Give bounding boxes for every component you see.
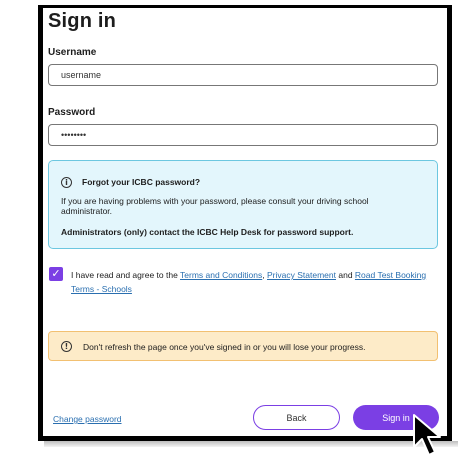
- warning-circle-icon: !: [61, 341, 72, 352]
- info-body: If you are having problems with your pas…: [61, 196, 369, 216]
- change-password-link[interactable]: Change password: [53, 414, 122, 424]
- agreement-text: I have read and agree to the Terms and C…: [71, 268, 436, 296]
- info-heading: Forgot your ICBC password?: [82, 177, 201, 187]
- username-label: Username: [48, 47, 97, 58]
- back-button[interactable]: Back: [253, 405, 340, 430]
- page-title: Sign in: [48, 10, 117, 32]
- checkmark-icon: ✓: [51, 267, 61, 280]
- agreement-separator: ,: [262, 270, 265, 280]
- sign-in-panel: Sign in Username Password i Forgot your …: [38, 5, 452, 441]
- agree-checkbox[interactable]: ✓: [49, 267, 63, 281]
- agreement-and: and: [338, 270, 353, 280]
- password-label: Password: [48, 107, 96, 118]
- agreement-prefix: I have read and agree to the: [71, 270, 178, 280]
- info-circle-icon: i: [61, 177, 72, 188]
- terms-and-conditions-link[interactable]: Terms and Conditions: [180, 270, 262, 280]
- refresh-warning-box: ! Don't refresh the page once you've sig…: [48, 331, 438, 361]
- warning-text: Don't refresh the page once you've signe…: [83, 342, 366, 352]
- username-input[interactable]: [48, 64, 438, 86]
- forgot-password-info-box: i Forgot your ICBC password? If you are …: [48, 160, 438, 249]
- mouse-pointer-icon: [413, 414, 441, 456]
- info-admin-note: Administrators (only) contact the ICBC H…: [61, 227, 354, 237]
- frame-shadow: [44, 441, 458, 447]
- privacy-statement-link[interactable]: Privacy Statement: [267, 270, 336, 280]
- password-input[interactable]: [48, 124, 438, 146]
